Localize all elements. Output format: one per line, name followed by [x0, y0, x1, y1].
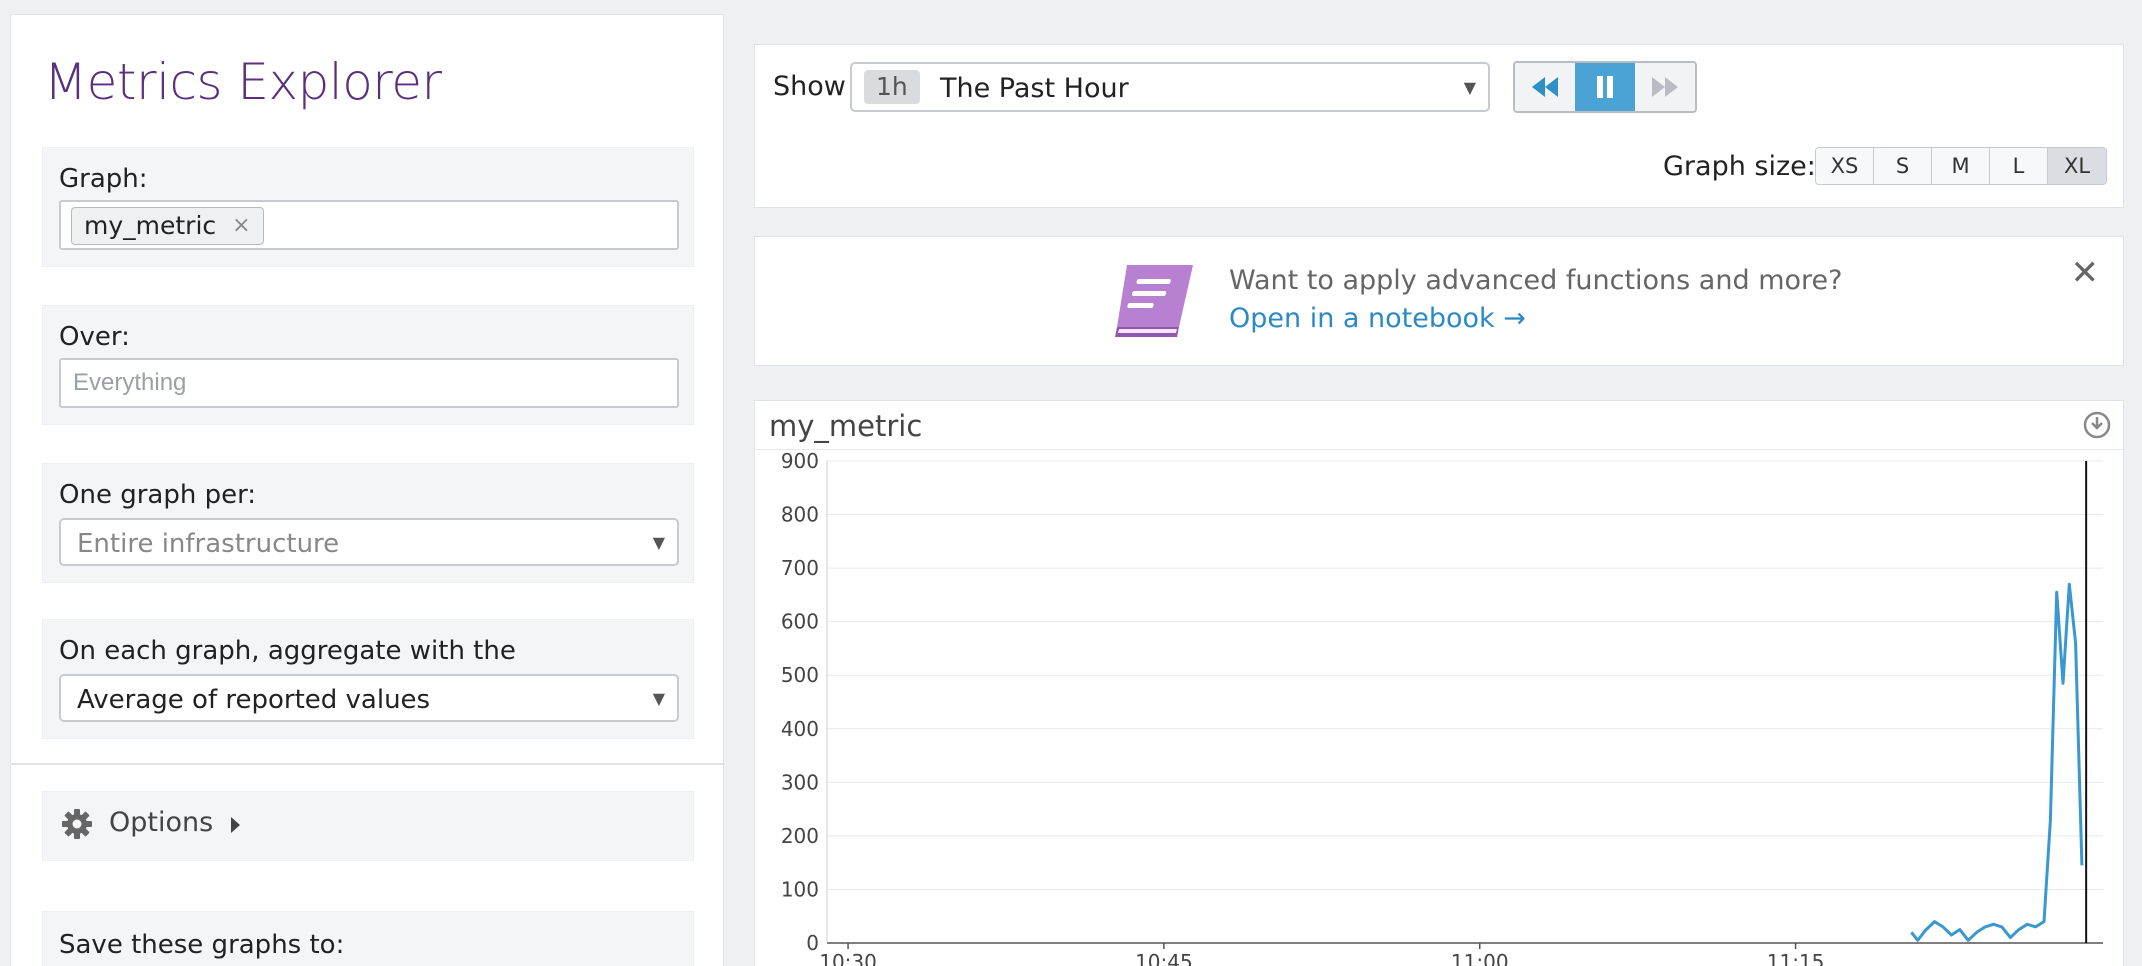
graph-size-label: Graph size: [1663, 151, 1816, 182]
graph-per-section: One graph per: Entire infrastructure ▼ [42, 463, 694, 583]
promo-text: Want to apply advanced functions and mor… [1229, 265, 1843, 296]
save-label: Save these graphs to: [59, 930, 345, 960]
book-icon [1115, 265, 1193, 337]
y-tick-label: 400 [781, 717, 819, 741]
y-tick-label: 500 [781, 663, 819, 687]
timeframe-value: The Past Hour [940, 73, 1129, 104]
toolbar-card: Show 1h The Past Hour ▼ Graph size: XS S… [754, 44, 2124, 208]
metric-line-chart[interactable]: 0 100 200 300 400 500 600 700 800 900 10:30 10:45 11… [755, 401, 2125, 966]
size-xs-button[interactable]: XS [1816, 148, 1874, 184]
size-m-button[interactable]: M [1932, 148, 1990, 184]
y-tick-label: 900 [781, 449, 819, 473]
fast-forward-icon [1652, 77, 1678, 97]
x-tick-label: 11:00 [1451, 950, 1509, 966]
pause-button[interactable] [1575, 63, 1635, 111]
metric-tag: my_metric × [71, 207, 264, 245]
graph-section: Graph: my_metric × [42, 147, 694, 267]
show-label: Show [773, 71, 846, 102]
x-tick-label: 10:45 [1135, 950, 1193, 966]
timeframe-badge: 1h [864, 70, 920, 104]
size-xl-button[interactable]: XL [2048, 148, 2106, 184]
metric-tag-label: my_metric [84, 211, 217, 240]
size-s-button[interactable]: S [1874, 148, 1932, 184]
aggregation-select[interactable]: Average of reported values ▼ [59, 674, 679, 722]
aggregation-value: Average of reported values [77, 685, 431, 715]
notebook-promo-card: Want to apply advanced functions and mor… [754, 236, 2124, 366]
options-label: Options [109, 807, 214, 838]
caret-right-icon [231, 817, 240, 833]
x-tick-label: 10:30 [819, 950, 877, 966]
playback-controls [1513, 61, 1697, 113]
aggregation-section: On each graph, aggregate with the Averag… [42, 619, 694, 739]
chevron-down-icon: ▼ [1463, 78, 1476, 97]
remove-tag-icon[interactable]: × [232, 208, 250, 244]
chevron-down-icon: ▼ [652, 533, 665, 552]
y-tick-label: 700 [781, 556, 819, 580]
page-title: Metrics Explorer [44, 53, 442, 111]
graph-per-select[interactable]: Entire infrastructure ▼ [59, 518, 679, 566]
over-placeholder: Everything [73, 369, 187, 396]
open-notebook-link[interactable]: Open in a notebook → [1229, 303, 1526, 334]
pause-icon [1597, 76, 1613, 98]
rewind-icon [1532, 77, 1558, 97]
graph-per-label: One graph per: [59, 480, 257, 510]
x-tick-label: 11:15 [1767, 950, 1825, 966]
graph-per-value: Entire infrastructure [77, 529, 340, 559]
forward-button[interactable] [1635, 63, 1695, 111]
metrics-explorer-panel: Metrics Explorer Graph: my_metric × Over… [10, 14, 725, 966]
graph-size-selector: XS S M L XL [1815, 147, 2107, 185]
y-tick-label: 100 [781, 877, 819, 901]
gear-icon [62, 809, 92, 839]
y-tick-label: 0 [806, 931, 819, 955]
y-tick-label: 800 [781, 503, 819, 527]
y-tick-label: 200 [781, 824, 819, 848]
rewind-button[interactable] [1515, 63, 1575, 111]
over-input[interactable]: Everything [59, 358, 679, 408]
graph-metric-input[interactable]: my_metric × [59, 200, 679, 250]
aggregation-label: On each graph, aggregate with the [59, 636, 516, 666]
timeframe-select[interactable]: 1h The Past Hour ▼ [850, 62, 1490, 112]
close-icon[interactable]: ✕ [2071, 253, 2100, 293]
options-toggle[interactable]: Options [42, 791, 694, 861]
series-line [1910, 582, 2084, 942]
y-tick-label: 600 [781, 610, 819, 634]
graph-label: Graph: [59, 164, 148, 194]
divider [11, 763, 725, 765]
size-l-button[interactable]: L [1990, 148, 2048, 184]
over-label: Over: [59, 322, 130, 352]
y-tick-label: 300 [781, 770, 819, 794]
chevron-down-icon: ▼ [652, 689, 665, 708]
graph-card: my_metric 0 100 200 300 400 500 600 700 800 900 10… [754, 400, 2124, 966]
over-section: Over: Everything [42, 305, 694, 425]
save-section: Save these graphs to: [42, 911, 694, 966]
